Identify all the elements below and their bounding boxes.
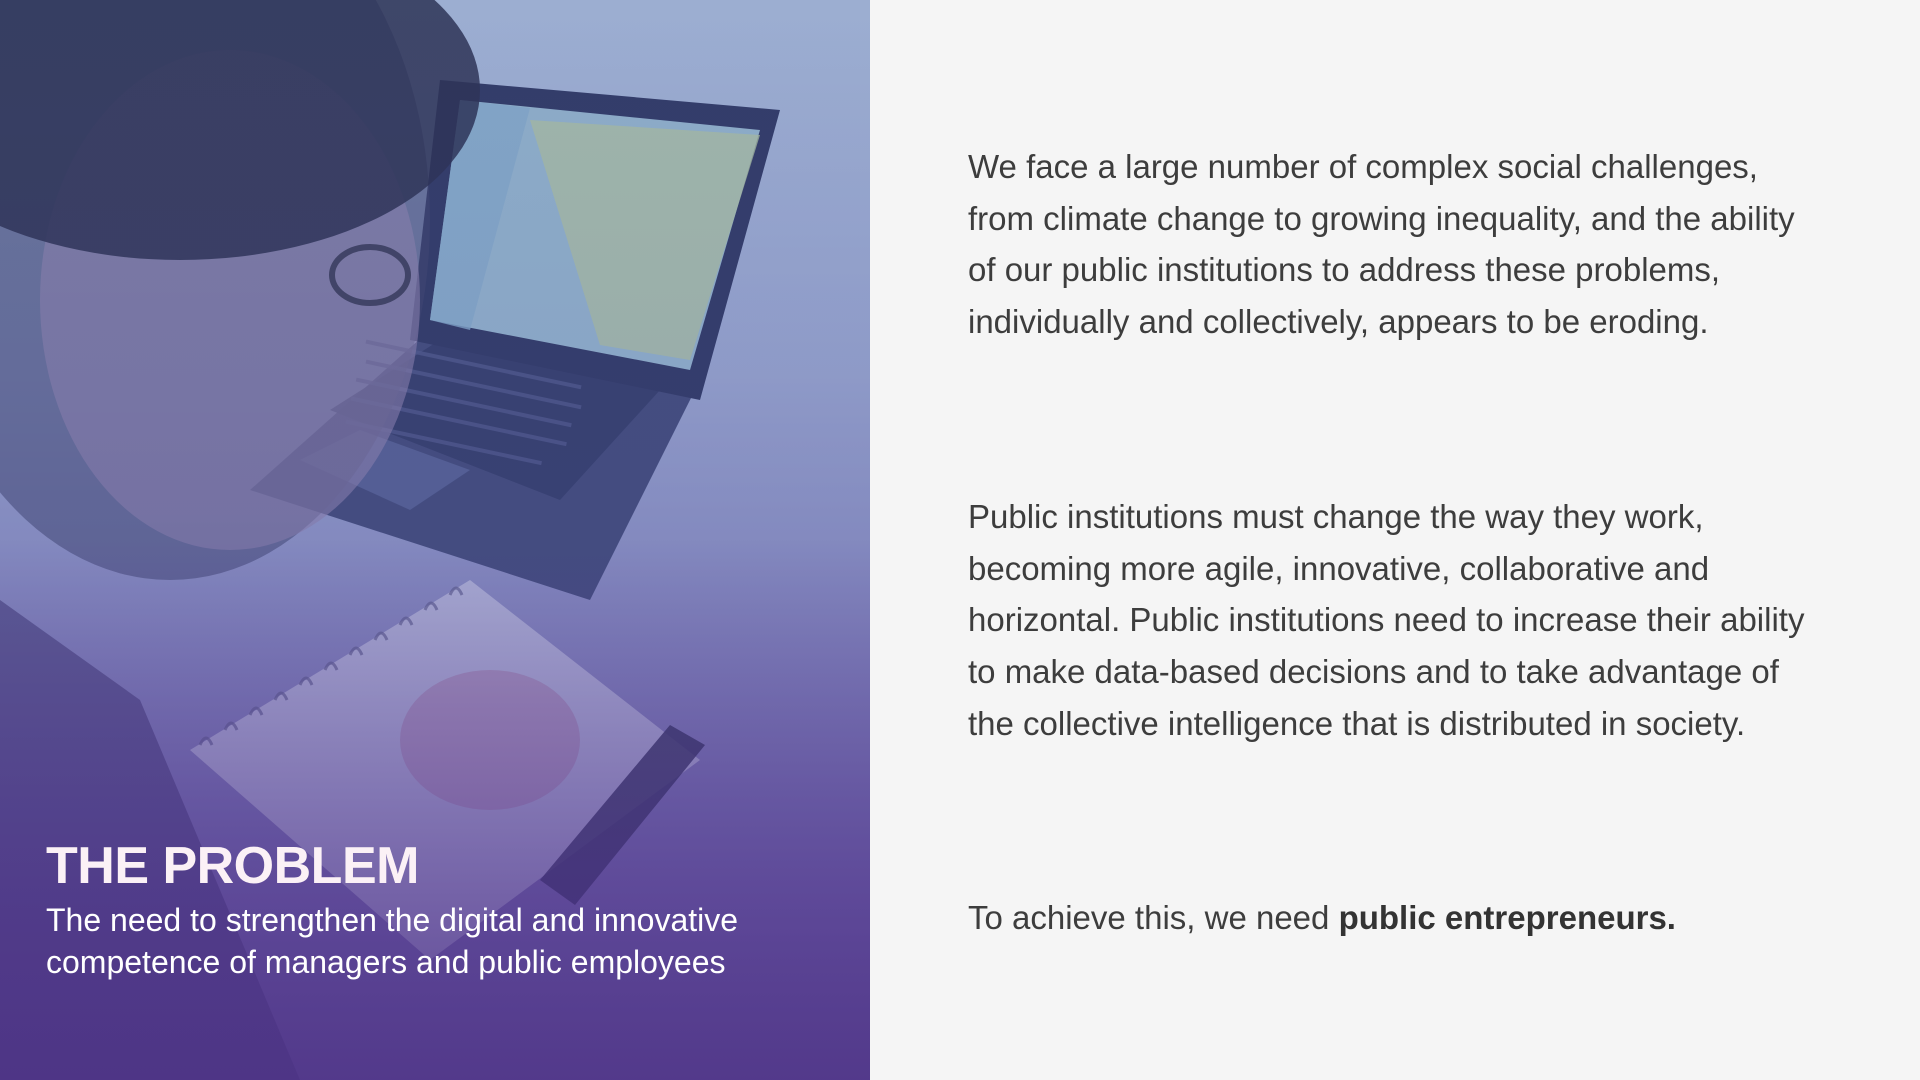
photo-panel: THE PROBLEM The need to strengthen the d… bbox=[0, 0, 870, 1080]
slide-subtitle: The need to strengthen the digital and i… bbox=[46, 902, 739, 981]
slide-title: THE PROBLEM bbox=[46, 837, 419, 895]
body-paragraph-3: To achieve this, we need public entrepre… bbox=[968, 892, 1828, 944]
slide: THE PROBLEM The need to strengthen the d… bbox=[0, 0, 1920, 1080]
body-paragraph-1: We face a large number of complex social… bbox=[968, 148, 1795, 341]
paragraph-3-emphasis: public entrepreneurs. bbox=[1338, 899, 1676, 936]
paragraph-3-prefix: To achieve this, we need bbox=[968, 899, 1339, 936]
caption-block: THE PROBLEM The need to strengthen the d… bbox=[46, 837, 846, 983]
body-paragraph-2: Public institutions must change the way … bbox=[968, 498, 1805, 742]
text-panel: We face a large number of complex social… bbox=[870, 0, 1920, 1080]
